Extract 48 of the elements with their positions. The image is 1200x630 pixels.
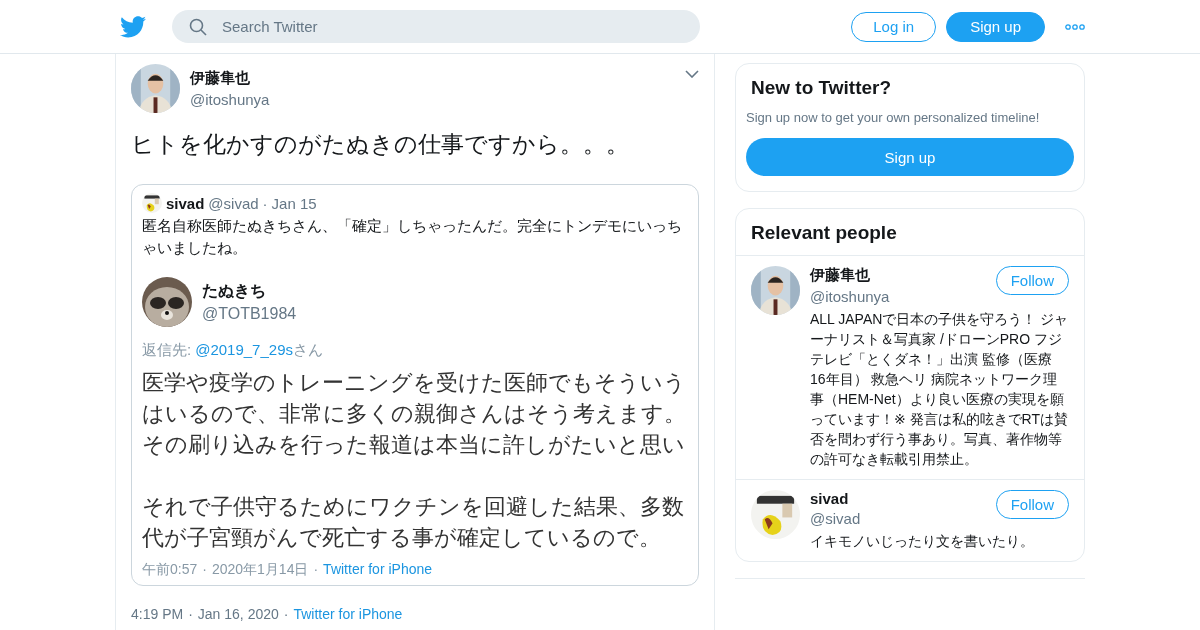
separator: · xyxy=(283,606,289,622)
more-icon[interactable] xyxy=(1065,23,1085,30)
card-title: New to Twitter? xyxy=(750,76,893,100)
quoted-tweet[interactable] xyxy=(131,184,699,586)
reply-mention-link[interactable]: @2019_7_29s xyxy=(195,341,293,360)
follow-button[interactable]: Follow xyxy=(995,266,1069,295)
reply-suffix: さん xyxy=(293,341,323,360)
tweet-date: Jan 16, 2020 xyxy=(197,606,279,622)
screenshot-date: 2020年1月14日 xyxy=(211,561,309,579)
person-handle[interactable]: @itoshunya xyxy=(810,288,890,305)
screenshot-text-line: それで子供守るためにワクチンを回避した結果、多数 xyxy=(142,494,685,521)
tweet-text: ヒトを化かすのがたぬきの仕事ですから。。。 xyxy=(131,130,630,159)
quote-date: Jan 15 xyxy=(271,194,317,212)
separator: · xyxy=(262,194,268,212)
caret-icon[interactable] xyxy=(685,70,699,78)
tweet-time: 4:19 PM xyxy=(131,606,184,622)
screenshot-text-line: その刷り込みを行った報道は本当に許しがたいと思い xyxy=(142,432,686,459)
person-bio: ALL JAPANで日本の子供を守ろう！ ジャーナリスト＆写真家 /ドローンPRO フジテレビ「とくダネ！」出演 監修（医療 16年目） 救急ヘリ 病院ネットワーク理事（HEM-Net）より良い医療の実現を願っています！※ 発言は私的呟きでRTは賛否を問わず行う事あり。写真、著作物等の許可なき転載引用禁止。 xyxy=(810,310,1069,469)
separator: · xyxy=(188,606,193,622)
quote-author-name: sivad xyxy=(166,194,205,212)
separator: · xyxy=(313,561,319,579)
quote-text: 匿名自称医師たぬきちさん、「確定」しちゃったんだ。完全にトンデモにいっちゃいましたね。 xyxy=(142,216,683,258)
person-name[interactable]: sivad xyxy=(810,490,861,507)
person-handle[interactable]: @sivad xyxy=(810,510,861,527)
card-title: Relevant people xyxy=(750,221,898,245)
person-name[interactable]: 伊藤隼也 xyxy=(810,266,890,285)
search-icon xyxy=(189,18,207,36)
screenshot-time: 午前0:57 xyxy=(142,561,198,579)
screenshot-author-name: たぬきち xyxy=(202,281,267,301)
person-bio: イキモノいじったり文を書いたり。 xyxy=(810,532,1035,551)
sign-up-button[interactable]: Sign up xyxy=(746,138,1074,176)
author-handle[interactable]: @itoshunya xyxy=(190,91,270,108)
reply-prefix: 返信先: xyxy=(142,341,192,360)
screenshot-author-handle: @TOTB1984 xyxy=(202,305,297,323)
bird-logo-icon[interactable] xyxy=(120,15,146,38)
tweet-source-link[interactable]: Twitter for iPhone xyxy=(293,606,403,622)
screenshot-text-line: 代が子宮頸がんで死亡する事が確定しているので。 xyxy=(142,525,662,552)
search-field[interactable]: Search Twitter xyxy=(172,10,700,43)
follow-button[interactable]: Follow xyxy=(995,490,1069,519)
author-name[interactable]: 伊藤隼也 xyxy=(190,69,270,88)
log-in-button[interactable]: Log in xyxy=(851,11,937,42)
separator: · xyxy=(202,561,207,579)
signup-text: Sign up now to get your own personalized timeline! xyxy=(746,110,1041,125)
sign-up-button[interactable]: Sign up xyxy=(946,11,1045,42)
screenshot-text-line: はいるので、非常に多くの親御さんはそう考えます。 xyxy=(142,401,687,428)
screenshot-source-link[interactable]: Twitter for iPhone xyxy=(323,561,433,579)
quote-author-handle: @sivad xyxy=(208,194,259,212)
screenshot-text-line: 医学や疫学のトレーニングを受けた医師でもそういう xyxy=(142,370,687,397)
